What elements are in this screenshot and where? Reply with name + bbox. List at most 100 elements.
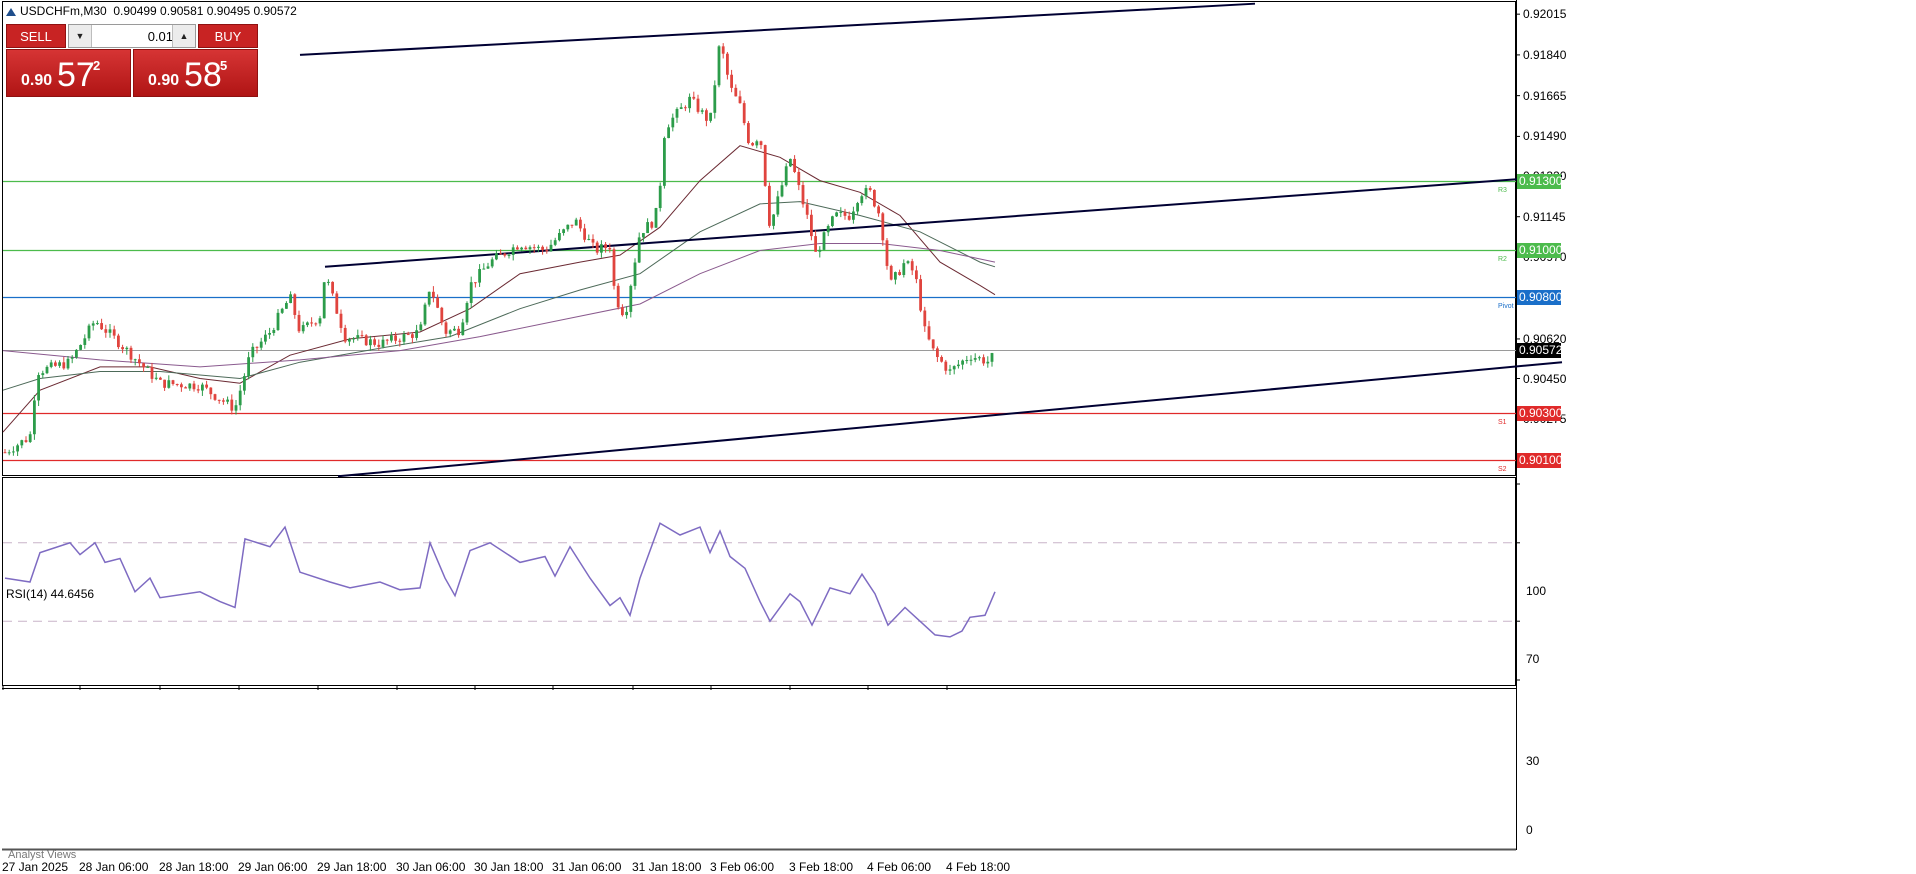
candle-body xyxy=(818,249,822,252)
candle-body xyxy=(222,400,225,402)
sell-button[interactable]: SELL xyxy=(6,24,66,48)
candle-body xyxy=(642,233,645,238)
level-price-tag: 0.90100 xyxy=(1517,453,1563,468)
candle-body xyxy=(894,272,897,280)
candle-body xyxy=(121,347,124,350)
rsi-line xyxy=(4,522,996,638)
candle-body xyxy=(327,281,330,283)
candle-body xyxy=(755,141,759,146)
candle-body xyxy=(734,87,738,97)
buy-price-box[interactable]: 0.90 58 5 xyxy=(133,49,258,97)
candle-body xyxy=(390,335,393,341)
candle-body xyxy=(469,282,473,303)
symbol-label: USDCHFm,M30 xyxy=(20,4,107,18)
lot-decrease-icon[interactable]: ▼ xyxy=(69,25,92,47)
candle-body xyxy=(835,212,838,217)
candle-body xyxy=(730,74,733,88)
candle-body xyxy=(70,357,74,359)
chart-header: USDCHFm,M30 0.90499 0.90581 0.90495 0.90… xyxy=(6,4,297,18)
candle-body xyxy=(646,222,649,234)
candle-body xyxy=(595,242,599,253)
time-tick-label: 31 Jan 06:00 xyxy=(552,860,622,874)
buy-button[interactable]: BUY xyxy=(198,24,258,48)
level-price-tag: 0.91000 xyxy=(1517,243,1563,258)
candle-body xyxy=(356,335,360,339)
candle-body xyxy=(961,360,964,365)
ohlc-values: 0.90499 0.90581 0.90495 0.90572 xyxy=(113,4,297,18)
candle-body xyxy=(604,244,607,249)
candle-body xyxy=(352,338,355,340)
candle-body xyxy=(411,334,414,338)
candle-body xyxy=(16,445,19,452)
buy-price-pip: 5 xyxy=(220,58,228,73)
candle-body xyxy=(978,357,981,359)
lot-size-stepper[interactable]: ▼ ▲ xyxy=(68,24,196,48)
candle-body xyxy=(486,266,490,269)
price-tick-label: 0.91840 xyxy=(1523,47,1567,62)
candle-body xyxy=(957,364,960,367)
chart-canvas[interactable] xyxy=(0,0,1916,874)
ma-fast-line xyxy=(2,145,996,433)
candle-body xyxy=(154,377,158,379)
candle-body xyxy=(772,214,775,226)
candle-body xyxy=(436,297,439,308)
candle-body xyxy=(310,322,313,324)
lot-increase-icon[interactable]: ▲ xyxy=(172,25,195,47)
candle-body xyxy=(650,222,654,228)
candle-body xyxy=(608,248,612,250)
sell-price-box[interactable]: 0.90 57 2 xyxy=(6,49,131,97)
candle-body xyxy=(738,96,742,104)
candle-body xyxy=(133,359,137,361)
symbol-triangle-icon xyxy=(6,8,16,16)
candle-body xyxy=(432,291,435,298)
candle-body xyxy=(24,440,28,442)
trendline xyxy=(324,174,1563,268)
candle-body xyxy=(381,339,385,347)
candle-body xyxy=(146,366,150,368)
candle-body xyxy=(171,380,175,384)
candle-body xyxy=(196,389,200,391)
candle-body xyxy=(852,211,855,220)
level-tag: R2 xyxy=(1498,255,1507,263)
candle-body xyxy=(637,237,641,263)
candle-body xyxy=(801,185,805,205)
candle-body xyxy=(931,339,935,349)
candle-body xyxy=(562,229,565,234)
trendline xyxy=(299,2,1256,56)
price-tick-label: 0.91490 xyxy=(1523,129,1567,144)
lot-size-input[interactable] xyxy=(93,26,175,46)
candle-body xyxy=(150,366,154,379)
candle-body xyxy=(167,380,171,388)
candle-body xyxy=(688,96,691,109)
candle-body xyxy=(625,311,628,316)
candle-body xyxy=(780,185,784,197)
candle-body xyxy=(175,383,179,385)
candle-body xyxy=(520,247,523,250)
candle-body xyxy=(877,206,880,214)
candle-body xyxy=(616,285,620,308)
candle-body xyxy=(965,360,969,362)
one-click-trading-panel: SELL ▼ ▲ BUY 0.90 57 2 0.90 58 5 xyxy=(6,24,258,97)
candle-body xyxy=(692,96,696,99)
candle-body xyxy=(629,285,633,312)
candle-body xyxy=(856,203,859,212)
candle-body xyxy=(482,268,486,270)
candle-body xyxy=(763,145,767,186)
candle-body xyxy=(335,293,339,314)
candle-body xyxy=(503,253,507,256)
candle-body xyxy=(66,358,70,369)
candle-body xyxy=(402,334,406,342)
candle-body xyxy=(96,323,99,325)
candle-body xyxy=(75,349,78,358)
candle-body xyxy=(747,123,750,144)
time-tick-label: 30 Jan 06:00 xyxy=(396,860,466,874)
candle-body xyxy=(751,143,754,146)
candle-body xyxy=(100,323,103,330)
candle-body xyxy=(28,434,32,442)
candle-body xyxy=(406,334,410,336)
candle-body xyxy=(952,366,956,370)
candle-body xyxy=(847,215,851,220)
candle-body xyxy=(532,247,536,249)
level-tag: R3 xyxy=(1498,186,1507,194)
candle-body xyxy=(789,158,792,167)
